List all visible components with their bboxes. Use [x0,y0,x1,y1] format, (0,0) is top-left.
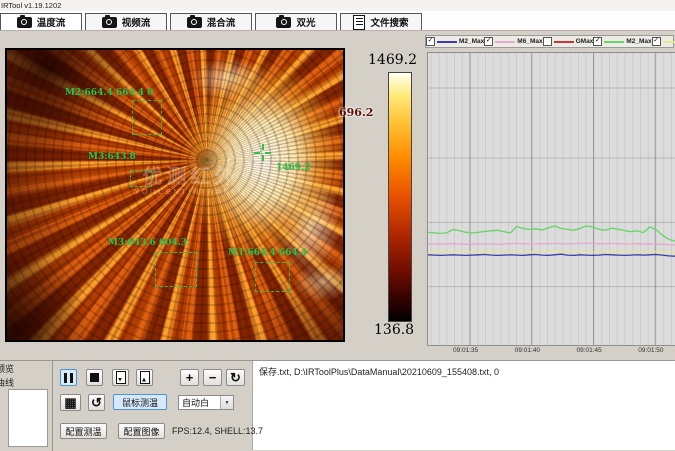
legend-item-M2_Max: ✓ M2_Max [593,37,651,46]
legend-label: M6_Max [517,38,542,45]
legend-line-swatch [437,41,457,43]
sidebar-item-curve[interactable]: 曲线 [0,375,52,389]
save-path-text: 保存.txt, D:\IRToolPlus\DataManual\2021060… [253,361,675,378]
legend-line-swatch [663,41,675,43]
auto-mode-dropdown[interactable]: 自动白 ▼ [178,395,234,410]
color-scale-bar [388,72,412,322]
legend-checkbox-GMax[interactable] [543,37,552,46]
x-tick-label: 09:01:45 [576,347,601,354]
scale-max-value: 1469.2 [368,52,417,68]
x-tick-label: 09:01:50 [638,347,663,354]
series-MG_Max [428,251,675,252]
legend-item-M2_Max: ✓ M2_Max [426,37,484,46]
chart-legend: ✓M2_Max✓M6_MaxGMax✓M2_Max✓MG_Max [425,35,674,48]
sidebar-item-preview[interactable]: 预览 [0,361,52,375]
tab-bar: 温度流 视频流 混合流 双光 文件搜索 [0,11,675,31]
doc-icon [353,15,365,30]
tab-video-stream[interactable]: 视频流 [85,13,167,30]
save-data-file-icon [116,371,126,384]
zoom-in-button[interactable]: + [180,369,199,386]
legend-checkbox-M2_Max[interactable]: ✓ [426,37,435,46]
chevron-down-icon: ▼ [220,396,233,409]
auto-mode-value: 自动白 [179,396,220,409]
legend-label: GMax [576,38,594,45]
pause-icon [64,373,73,383]
legend-item-MG_Max: ✓MG_Max [652,37,675,46]
legend-line-swatch [604,41,624,43]
series-M2_Max [428,254,675,256]
scale-min-value: 136.8 [374,322,414,338]
tab-label: 视频流 [122,15,151,29]
tab-dual-light[interactable]: 双光 [255,13,337,30]
legend-line-swatch [554,41,574,43]
tab-label: 温度流 [37,15,66,29]
rotate-icon: ↺ [91,396,102,409]
legend-checkbox-M2_Max[interactable]: ✓ [593,37,602,46]
camera-icon [276,17,291,28]
film-grid-icon: ▦ [64,396,76,409]
legend-item-M6_Max: ✓ M6_Max [484,37,542,46]
tab-label: 文件搜索 [370,15,408,29]
temperature-chart-panel: ✓M2_Max✓M6_MaxGMax✓M2_Max✓MG_Max 09:01:3… [425,35,675,358]
legend-label: M2_Max [626,38,651,45]
tab-temperature-stream[interactable]: 温度流 [0,13,82,30]
rotate-button[interactable]: ↺ [88,394,105,411]
zoom-out-button[interactable]: − [203,369,222,386]
bottom-sidebar: 预览 曲线 [0,361,53,451]
camera-icon [17,17,32,28]
mouse-measure-button[interactable]: 鼠标测温 [113,394,167,410]
log-panel: 保存.txt, D:\IRToolPlus\DataManual\2021060… [252,361,675,450]
refresh-button[interactable]: ↻ [226,369,245,386]
sidebar-preview-box [8,389,48,447]
tab-label: 双光 [296,15,315,29]
fps-status-text: FPS:12.4, SHELL:13.7 [172,426,263,436]
camera-icon [187,17,202,28]
thermal-image[interactable] [5,48,345,342]
legend-item-GMax: GMax [543,37,594,46]
legend-label: M2_Max [459,38,484,45]
legend-line-swatch [495,41,515,43]
refresh-icon: ↻ [230,371,241,384]
save-image-file-icon [140,371,150,384]
series-M2_Max [428,226,675,241]
save-data-button[interactable] [112,369,129,386]
grid-view-button[interactable]: ▦ [60,394,81,411]
plus-icon: + [186,371,194,384]
legend-checkbox-M6_Max[interactable]: ✓ [484,37,493,46]
tab-mixed-stream[interactable]: 混合流 [170,13,252,30]
save-image-button[interactable] [136,369,153,386]
chart-x-axis: 09:01:35 09:01:40 09:01:45 09:01:50 [427,347,674,357]
stop-icon [90,373,99,382]
tab-label: 混合流 [207,15,236,29]
config-image-button[interactable]: 配置图像 [118,423,165,439]
legend-checkbox-MG_Max[interactable]: ✓ [652,37,661,46]
tab-file-search[interactable]: 文件搜索 [340,13,422,30]
config-measure-button[interactable]: 配置测温 [60,423,107,439]
window-title: IRTool v1.19.1202 [0,0,675,11]
x-tick-label: 09:01:35 [453,347,478,354]
chart-plot-area [427,52,675,346]
stop-button[interactable] [86,369,103,386]
camera-icon [102,17,117,28]
minus-icon: − [209,371,217,384]
series-M6_Max [428,243,675,245]
bottom-panel: 预览 曲线 + − ↻ ▦ ↺ 鼠标测温 自动白 ▼ 配置测温 配置图像 保存.… [0,360,675,450]
pause-button[interactable] [60,369,77,386]
x-tick-label: 09:01:40 [515,347,540,354]
